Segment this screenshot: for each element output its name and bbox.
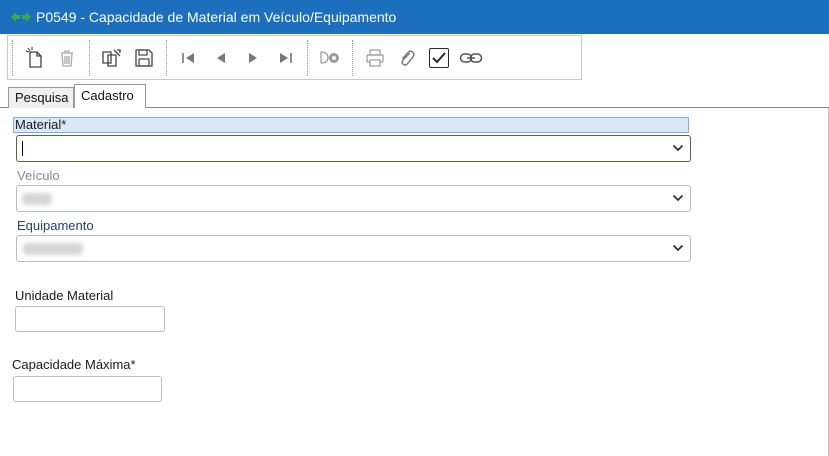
capacidade-maxima-label: Capacidade Máxima* (12, 357, 136, 372)
app-icon (8, 0, 34, 34)
capacidade-maxima-input[interactable] (13, 376, 162, 402)
chevron-down-icon (672, 194, 684, 202)
print-icon[interactable] (359, 42, 391, 74)
confirm-check-icon[interactable] (423, 42, 455, 74)
equipamento-label: Equipamento (17, 218, 94, 233)
toolbar-separator (89, 39, 90, 76)
toolbar-separator (166, 39, 167, 76)
window-title: P0549 - Capacidade de Material em Veícul… (36, 9, 397, 25)
chevron-down-icon (672, 244, 684, 252)
app-window: P0549 - Capacidade de Material em Veícul… (0, 0, 829, 456)
previous-record-icon[interactable] (205, 42, 237, 74)
unidade-material-label: Unidade Material (15, 288, 114, 303)
copy-icon[interactable] (96, 42, 128, 74)
redacted-value (22, 193, 52, 205)
material-select[interactable] (16, 135, 691, 162)
tab-bar: Pesquisa Cadastro (0, 84, 829, 109)
toolbar (7, 35, 582, 80)
title-bar: P0549 - Capacidade de Material em Veícul… (0, 0, 829, 34)
save-icon[interactable] (128, 42, 160, 74)
material-label: Material* (13, 117, 689, 133)
toolbar-separator (12, 39, 13, 76)
tab-cadastro[interactable]: Cadastro (74, 84, 146, 109)
attachment-icon[interactable] (391, 42, 423, 74)
unidade-material-input[interactable] (15, 306, 165, 332)
toolbar-separator (307, 39, 308, 76)
new-document-icon[interactable] (19, 42, 51, 74)
form-panel: Material* Veículo Equipamento Unidade Ma… (0, 108, 829, 456)
redacted-value (23, 243, 83, 255)
text-caret (22, 141, 23, 156)
link-icon[interactable] (455, 42, 487, 74)
next-record-icon[interactable] (237, 42, 269, 74)
veiculo-select[interactable] (16, 185, 691, 212)
chevron-down-icon (672, 144, 684, 152)
toolbar-separator (352, 39, 353, 76)
equipamento-select[interactable] (16, 235, 691, 262)
tab-pesquisa[interactable]: Pesquisa (8, 87, 74, 108)
last-record-icon[interactable] (269, 42, 301, 74)
first-record-icon[interactable] (173, 42, 205, 74)
delete-icon[interactable] (51, 42, 83, 74)
veiculo-label: Veículo (17, 168, 60, 183)
search-record-icon[interactable] (314, 42, 346, 74)
